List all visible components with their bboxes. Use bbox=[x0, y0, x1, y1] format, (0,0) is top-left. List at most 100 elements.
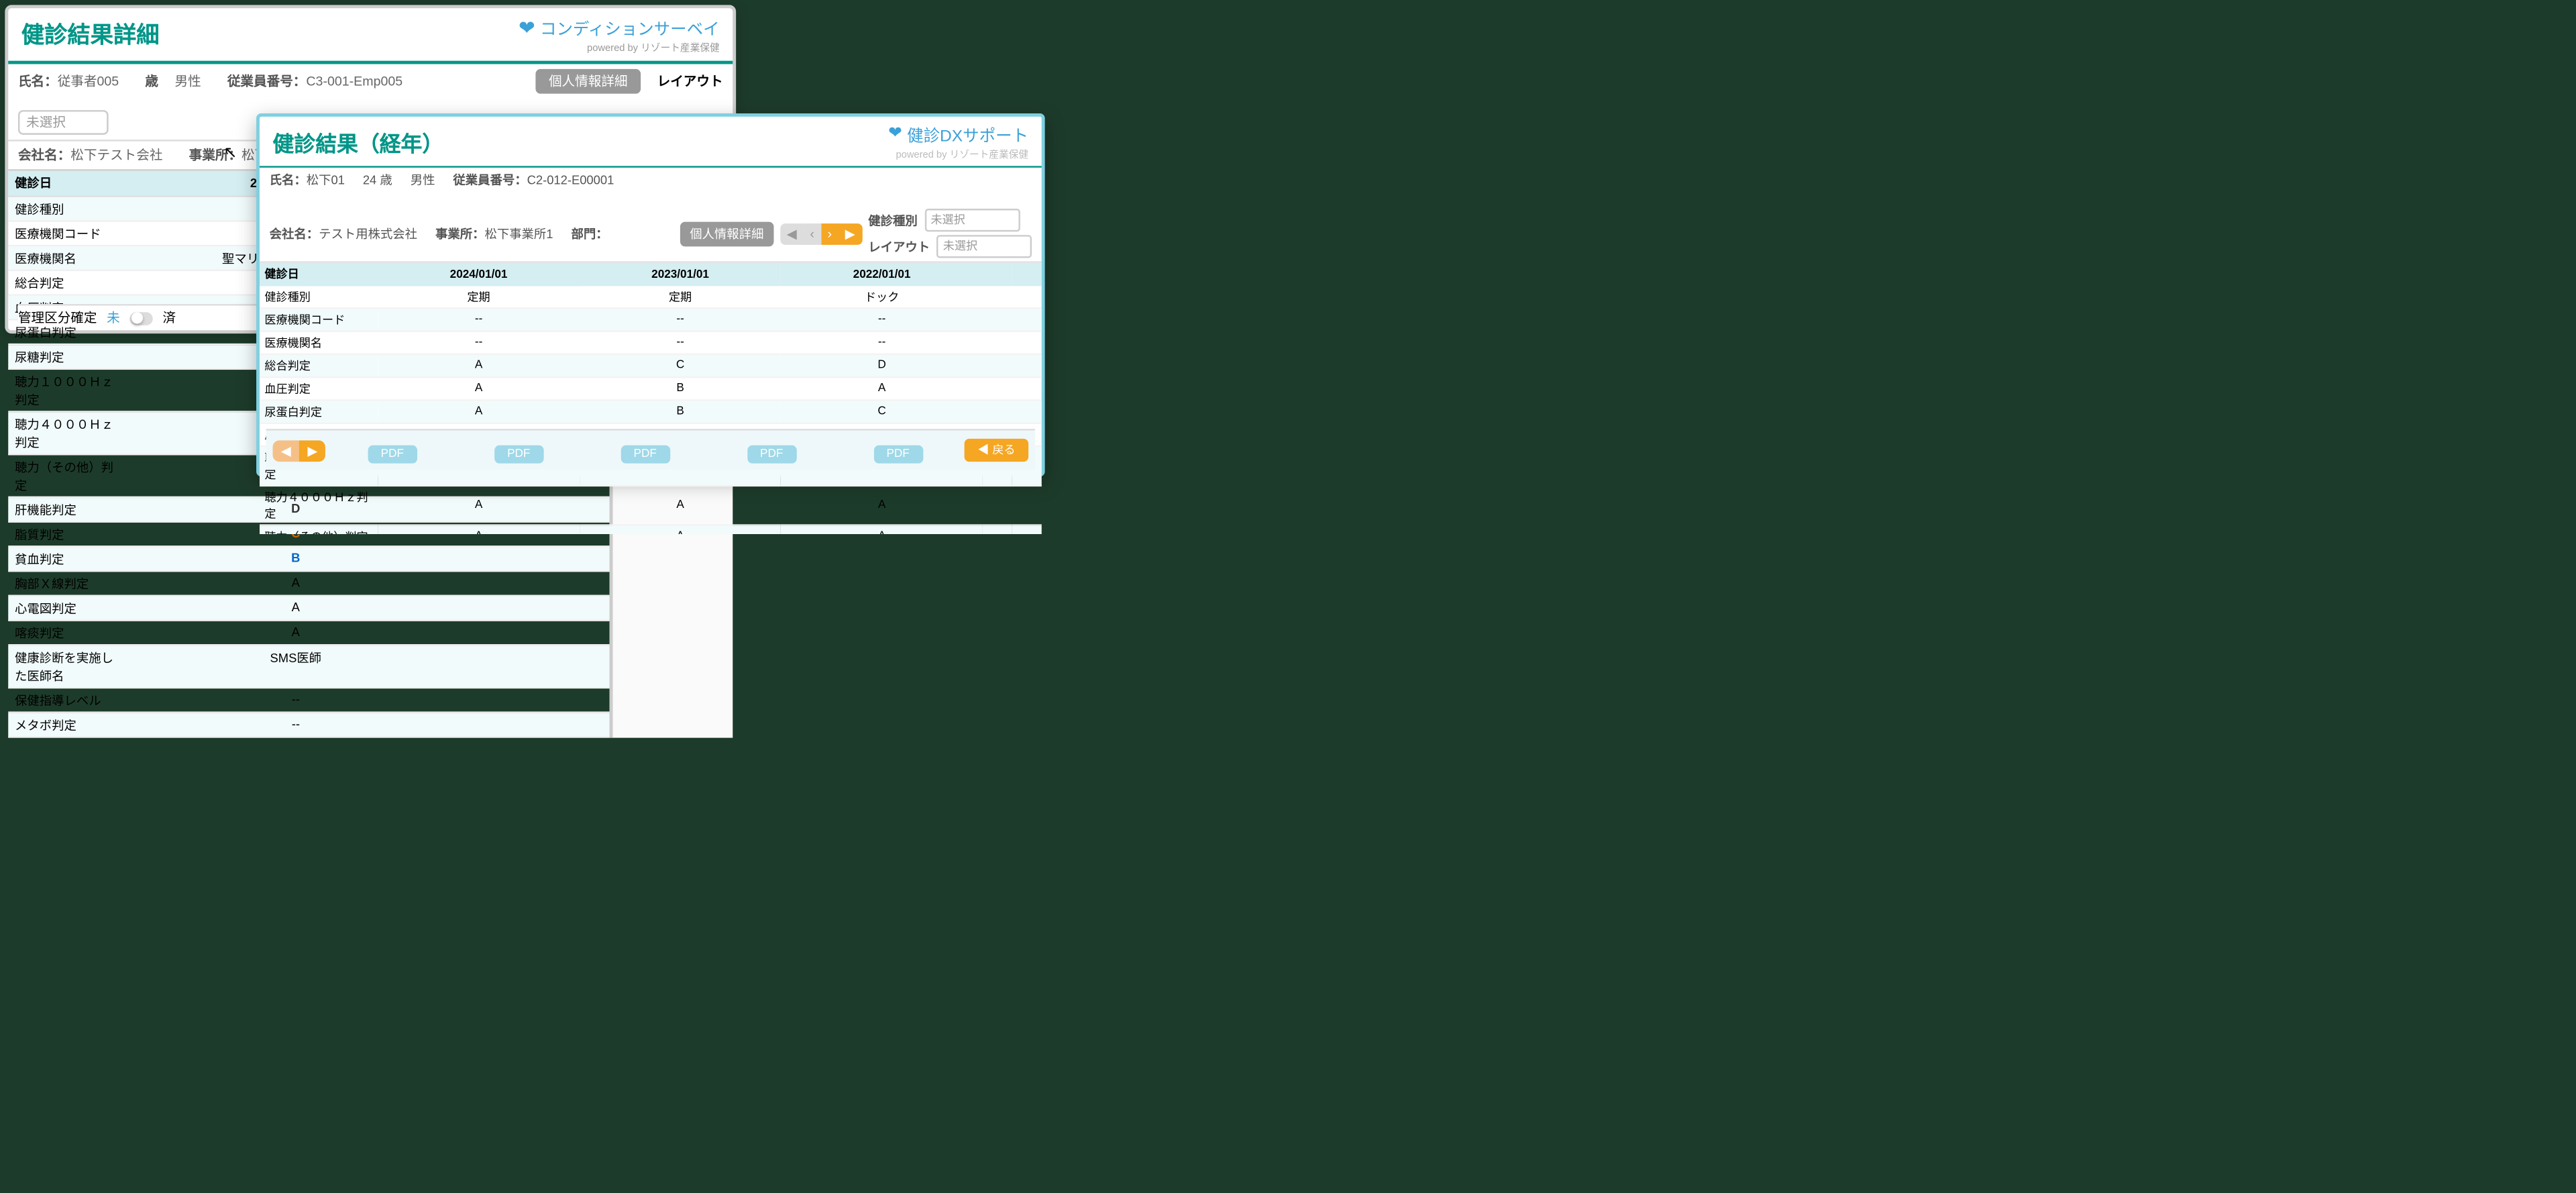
checkup-history-window: 健診結果（経年） ❤ 健診DXサポート powered by リゾート産業保健 … bbox=[256, 113, 1045, 476]
history-cell: B bbox=[580, 377, 782, 400]
row-auto bbox=[544, 648, 603, 684]
footer-prev-button[interactable]: ◀ bbox=[273, 439, 300, 461]
status-pending: 未 bbox=[107, 309, 120, 327]
type-select[interactable]: 未選択 bbox=[924, 209, 1020, 231]
window1-header: 健診結果詳細 ❤ コンディションサーベイ powered by リゾート産業保健 bbox=[8, 8, 733, 64]
name-value: 従事者005 bbox=[58, 74, 119, 89]
history-cell bbox=[1012, 354, 1042, 377]
row-base bbox=[478, 716, 544, 734]
row-base bbox=[478, 550, 544, 568]
pdf-button-2[interactable]: PDF bbox=[494, 446, 543, 464]
history-col-header: 健診日 bbox=[260, 263, 378, 286]
patient2-info: 氏名：松下01 24 歳 男性 従業員番号：C2-012-E00001 会社名：… bbox=[260, 168, 1042, 263]
row-label: 聴力（その他）判定 bbox=[15, 458, 113, 494]
table-row: 心電図判定A bbox=[8, 596, 609, 621]
row-value: -- bbox=[113, 716, 478, 734]
table-row: 保健指導レベル-- bbox=[8, 688, 609, 713]
history-cell bbox=[983, 286, 1012, 308]
table-row: メタボ判定-- bbox=[8, 713, 609, 738]
layout2-select[interactable]: 未選択 bbox=[936, 235, 1032, 258]
history-cell: A bbox=[781, 486, 982, 525]
history-col-header: 2022/01/01 bbox=[781, 263, 982, 286]
history-cell: C bbox=[580, 354, 782, 377]
name-label: 氏名： bbox=[18, 74, 58, 89]
row-label: 健診種別 bbox=[15, 200, 113, 218]
table-row: 貧血判定B bbox=[8, 548, 609, 572]
history-row-label: 血圧判定 bbox=[260, 377, 378, 400]
history-row-label: 医療機関コード bbox=[260, 308, 378, 331]
row-value: A bbox=[113, 623, 478, 641]
history-row: 聴力（その他）判定AAA bbox=[260, 525, 1042, 533]
back-button[interactable]: ◀ 戻る bbox=[965, 439, 1028, 462]
pdf-button-4[interactable]: PDF bbox=[747, 446, 796, 464]
history-row: 聴力４０００Ｈｚ判定AAA bbox=[260, 486, 1042, 525]
row-label: 総合判定 bbox=[15, 274, 113, 292]
history-col-header bbox=[983, 263, 1012, 286]
history-cell: A bbox=[378, 377, 579, 400]
name2-value: 松下01 bbox=[307, 172, 345, 187]
history-cell bbox=[983, 354, 1012, 377]
history-cell bbox=[983, 331, 1012, 354]
empno-label: 従業員番号： bbox=[227, 74, 307, 89]
brand-logo: ❤ コンディションサーベイ bbox=[519, 15, 720, 40]
history-cell: -- bbox=[378, 331, 579, 354]
row-label: 医療機関コード bbox=[15, 224, 113, 242]
row-label: 健康診断を実施した医師名 bbox=[15, 648, 113, 684]
window2-footer: ◀ ▶ PDF PDF PDF PDF PDF ◀ 戻る bbox=[266, 429, 1035, 470]
footer-next-button[interactable]: ▶ bbox=[299, 439, 326, 461]
pdf-button-5[interactable]: PDF bbox=[873, 446, 922, 464]
table-row: 喀痰判定A bbox=[8, 621, 609, 646]
history-cell: -- bbox=[781, 331, 982, 354]
history-cell: A bbox=[781, 525, 982, 533]
col-date: 健診日 bbox=[15, 174, 113, 193]
layout2-label: レイアウト bbox=[868, 238, 930, 256]
heart-icon: ❤ bbox=[519, 15, 535, 38]
row-value: B bbox=[113, 550, 478, 568]
history-cell bbox=[983, 486, 1012, 525]
history-cell: -- bbox=[378, 308, 579, 331]
history-cell bbox=[1012, 400, 1042, 423]
confirm-label: 管理区分確定 bbox=[18, 309, 97, 327]
row-auto bbox=[544, 574, 603, 592]
layout-select[interactable]: 未選択 bbox=[18, 110, 109, 135]
row-base bbox=[478, 691, 544, 709]
history-cell: A bbox=[378, 354, 579, 377]
personal-info-detail-button[interactable]: 個人情報詳細 bbox=[535, 69, 641, 94]
personal-info-detail-button2[interactable]: 個人情報詳細 bbox=[680, 221, 774, 246]
empno2-value: C2-012-E00001 bbox=[527, 172, 614, 187]
row-value: A bbox=[113, 574, 478, 592]
history-cell: A bbox=[378, 400, 579, 423]
company2-label: 会社名： bbox=[270, 226, 319, 241]
history-row: 健診種別定期定期ドック bbox=[260, 286, 1042, 308]
nav-next-button[interactable]: › bbox=[821, 223, 839, 244]
history-cell: D bbox=[781, 354, 982, 377]
history-cell bbox=[983, 525, 1012, 533]
year-nav: ◀ ‹ › ▶ bbox=[780, 223, 862, 244]
row-base bbox=[478, 599, 544, 617]
row-auto bbox=[544, 550, 603, 568]
row-label: 貧血判定 bbox=[15, 550, 113, 568]
history-cell: -- bbox=[580, 331, 782, 354]
history-row-label: 尿蛋白判定 bbox=[260, 400, 378, 423]
history-row-label: 総合判定 bbox=[260, 354, 378, 377]
history-cell: -- bbox=[781, 308, 982, 331]
table-row: 胸部Ｘ線判定A bbox=[8, 572, 609, 596]
history-cell bbox=[1012, 331, 1042, 354]
confirm-toggle[interactable] bbox=[129, 311, 152, 325]
history-cell bbox=[983, 308, 1012, 331]
brand2-logo: ❤ 健診DXサポート bbox=[888, 121, 1028, 146]
history-table-scroll[interactable]: 健診日2024/01/012023/01/012022/01/01 健診種別定期… bbox=[260, 263, 1042, 534]
history-cell: ドック bbox=[781, 286, 982, 308]
pdf-button-1[interactable]: PDF bbox=[368, 446, 417, 464]
history-cell: C bbox=[781, 400, 982, 423]
nav-first-button[interactable]: ◀ bbox=[780, 223, 804, 244]
row-value: A bbox=[113, 599, 478, 617]
history-row-label: 聴力４０００Ｈｚ判定 bbox=[260, 486, 378, 525]
row-label: 聴力１０００Ｈｚ判定 bbox=[15, 372, 113, 409]
pdf-button-3[interactable]: PDF bbox=[621, 446, 669, 464]
row-auto bbox=[544, 691, 603, 709]
history-row: 医療機関名------ bbox=[260, 331, 1042, 354]
history-col-header bbox=[1012, 263, 1042, 286]
nav-prev-button[interactable]: ‹ bbox=[804, 223, 821, 244]
nav-last-button[interactable]: ▶ bbox=[839, 223, 862, 244]
